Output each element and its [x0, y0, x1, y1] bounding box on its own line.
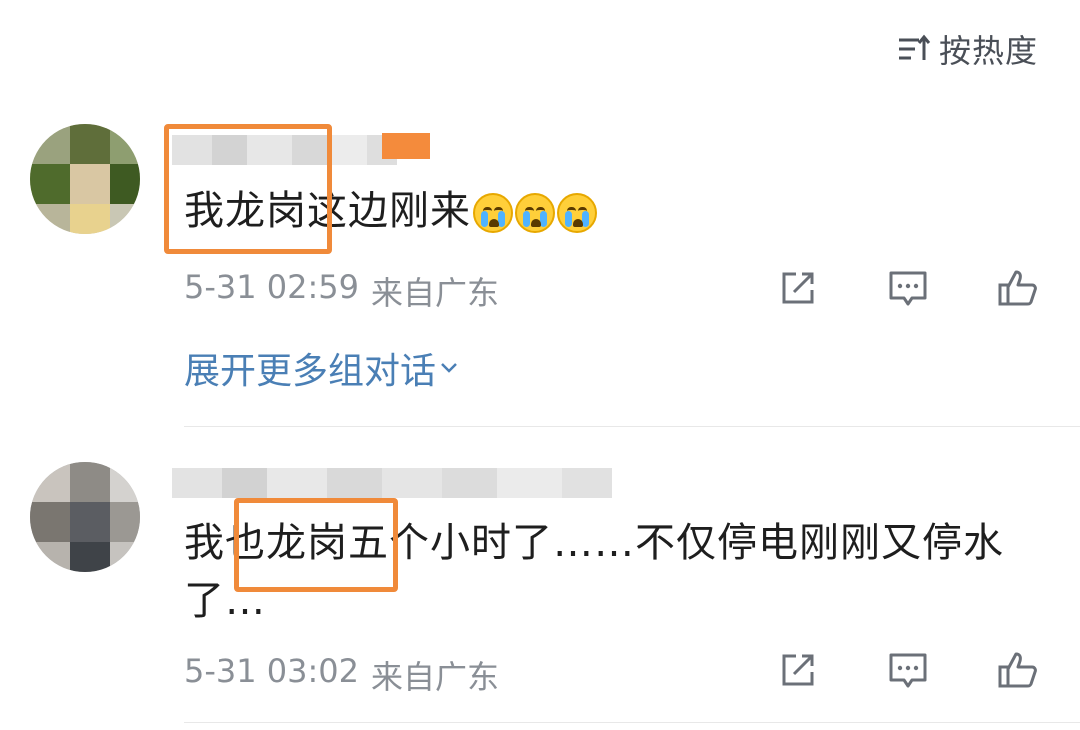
crying-face-icon [473, 193, 513, 233]
sort-lines-icon [898, 34, 931, 60]
share-icon [782, 272, 814, 304]
comment-actions [776, 266, 1040, 310]
comment-location: 来自广东 [371, 658, 500, 696]
sort-label: 按热度 [938, 32, 1038, 70]
divider [184, 722, 1080, 723]
chevron-down-icon [441, 363, 457, 373]
like-button[interactable] [996, 648, 1040, 692]
share-icon [782, 654, 814, 686]
comment-text: 我也龙岗五个小时了……不仅停电刚刚又停水了… [184, 520, 1004, 624]
expand-conversation-link[interactable]: 展开更多组对话 [184, 342, 460, 394]
like-button[interactable] [996, 266, 1040, 310]
comment-icon [889, 271, 927, 306]
comment-meta: 5-31 02:59 来自广东 [184, 268, 499, 314]
comment-actions [776, 648, 1040, 692]
divider [184, 426, 1080, 427]
comment-time: 5-31 03:02 [184, 652, 360, 690]
username-blurred[interactable] [172, 135, 397, 165]
username-blurred[interactable] [172, 468, 612, 498]
share-button[interactable] [776, 648, 820, 692]
share-button[interactable] [776, 266, 820, 310]
avatar[interactable] [30, 462, 140, 572]
like-icon [998, 652, 1037, 688]
sort-by-hot-button[interactable]: 按热度 [897, 26, 1038, 72]
comment-time: 5-31 02:59 [184, 268, 360, 306]
like-icon [998, 270, 1037, 306]
reply-button[interactable] [886, 648, 930, 692]
comment-icon [889, 653, 927, 688]
comment-location: 来自广东 [371, 274, 500, 312]
emoji-group [473, 193, 597, 233]
comment-text: 我龙岗这边刚来 [184, 182, 597, 240]
reply-button[interactable] [886, 266, 930, 310]
user-badge [382, 133, 430, 159]
crying-face-icon [515, 193, 555, 233]
crying-face-icon [557, 193, 597, 233]
avatar[interactable] [30, 124, 140, 234]
comment-meta: 5-31 03:02 来自广东 [184, 652, 499, 698]
